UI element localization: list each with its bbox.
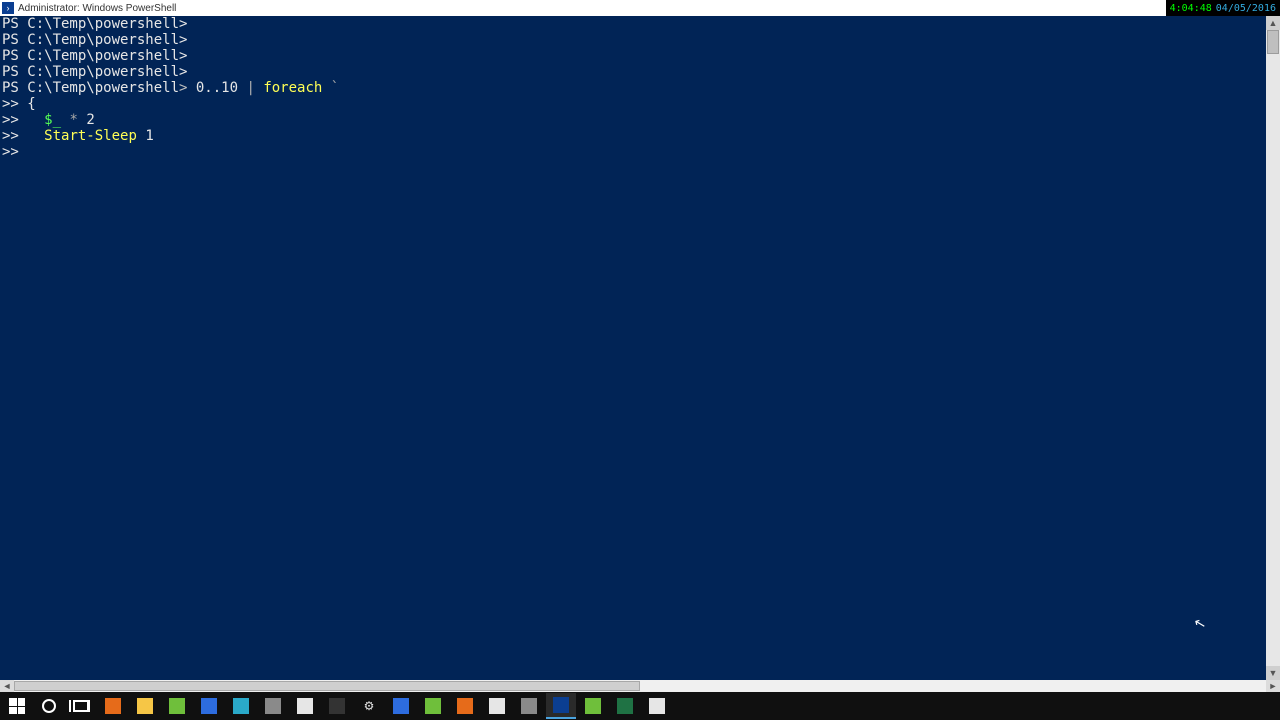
prompt: PS C:\Temp\powershell bbox=[2, 80, 179, 96]
continuation-prompt: >> bbox=[2, 144, 27, 160]
app-cube-icon bbox=[265, 698, 281, 714]
taskbar-file-explorer[interactable] bbox=[130, 693, 160, 719]
console-line: >> { bbox=[2, 96, 1278, 112]
clock-time: 4:04:48 bbox=[1170, 3, 1212, 14]
console-line: >> Start-Sleep 1 bbox=[2, 128, 1278, 144]
prompt: PS C:\Temp\powershell> bbox=[2, 16, 187, 32]
prompt: PS C:\Temp\powershell> bbox=[2, 32, 187, 48]
mobaxterm-icon bbox=[425, 698, 441, 714]
vscroll-thumb[interactable] bbox=[1267, 30, 1279, 54]
taskbar-app-installer[interactable] bbox=[290, 693, 320, 719]
hscroll-thumb[interactable] bbox=[14, 681, 640, 691]
console-line: PS C:\Temp\powershell> bbox=[2, 16, 1278, 32]
number-literal: 1 bbox=[145, 128, 153, 144]
prompt-caret: > bbox=[179, 80, 196, 96]
vertical-scrollbar[interactable]: ▲ ▼ bbox=[1266, 16, 1280, 680]
titlebar[interactable]: Administrator: Windows PowerShell 4:04:4… bbox=[0, 0, 1280, 16]
multiply-operator: * bbox=[69, 112, 86, 128]
start-icon bbox=[9, 698, 25, 714]
taskbar-cmd-prompt[interactable] bbox=[322, 693, 352, 719]
excel-icon bbox=[617, 698, 633, 714]
taskbar-powershell[interactable] bbox=[546, 693, 576, 719]
skype-icon bbox=[233, 698, 249, 714]
powershell-icon bbox=[2, 2, 14, 14]
console-line: PS C:\Temp\powershell> 0..10 | foreach ` bbox=[2, 80, 1278, 96]
open-brace: { bbox=[27, 96, 35, 112]
console-line: PS C:\Temp\powershell> bbox=[2, 64, 1278, 80]
taskbar-task-view[interactable] bbox=[66, 693, 96, 719]
foreach-keyword: foreach bbox=[263, 80, 330, 96]
taskbar-app-pen[interactable] bbox=[514, 693, 544, 719]
vscroll-track[interactable] bbox=[1266, 30, 1280, 666]
taskbar-app-diff[interactable] bbox=[578, 693, 608, 719]
hscroll-track[interactable] bbox=[14, 680, 1266, 692]
line-continuation-backtick: ` bbox=[331, 80, 339, 96]
taskbar-mail[interactable] bbox=[386, 693, 416, 719]
taskbar-app-orange[interactable] bbox=[450, 693, 480, 719]
taskbar-app-cube[interactable] bbox=[258, 693, 288, 719]
taskbar-mobaxterm[interactable] bbox=[418, 693, 448, 719]
taskbar[interactable]: ⚙ bbox=[0, 692, 1280, 720]
clock-overlay: 4:04:48 04/05/2016 bbox=[1166, 0, 1280, 16]
prompt: PS C:\Temp\powershell> bbox=[2, 48, 187, 64]
horizontal-scrollbar[interactable]: ◄ ► bbox=[0, 680, 1280, 692]
taskbar-firefox[interactable] bbox=[98, 693, 128, 719]
paint-icon bbox=[489, 698, 505, 714]
taskbar-app-editor[interactable] bbox=[642, 693, 672, 719]
firefox-icon bbox=[105, 698, 121, 714]
cortana-search-icon bbox=[42, 699, 56, 713]
window: Administrator: Windows PowerShell 4:04:4… bbox=[0, 0, 1280, 720]
pipeline-variable: $_ bbox=[44, 112, 69, 128]
pipe-operator: | bbox=[246, 80, 263, 96]
taskbar-skype[interactable] bbox=[226, 693, 256, 719]
taskbar-notepad-plus[interactable] bbox=[162, 693, 192, 719]
range-literal: 0..10 bbox=[196, 80, 247, 96]
scroll-left-arrow-icon[interactable]: ◄ bbox=[0, 680, 14, 692]
console-line: PS C:\Temp\powershell> bbox=[2, 32, 1278, 48]
task-view-icon bbox=[73, 700, 89, 712]
file-explorer-icon bbox=[137, 698, 153, 714]
app-pen-icon bbox=[521, 698, 537, 714]
app-diff-icon bbox=[585, 698, 601, 714]
continuation-prompt: >> bbox=[2, 112, 44, 128]
console-wrap: PS C:\Temp\powershell>PS C:\Temp\powersh… bbox=[0, 16, 1280, 692]
console-line: >> $_ * 2 bbox=[2, 112, 1278, 128]
start-sleep-cmdlet: Start-Sleep bbox=[44, 128, 145, 144]
clock-date: 04/05/2016 bbox=[1216, 3, 1276, 14]
mail-icon bbox=[393, 698, 409, 714]
scroll-right-arrow-icon[interactable]: ► bbox=[1266, 680, 1280, 692]
continuation-prompt: >> bbox=[2, 96, 27, 112]
continuation-prompt: >> bbox=[2, 128, 44, 144]
powershell-icon bbox=[553, 697, 569, 713]
app-installer-icon bbox=[297, 698, 313, 714]
scroll-up-arrow-icon[interactable]: ▲ bbox=[1266, 16, 1280, 30]
taskbar-settings[interactable]: ⚙ bbox=[354, 693, 384, 719]
settings-icon: ⚙ bbox=[360, 697, 378, 715]
console-line: PS C:\Temp\powershell> bbox=[2, 48, 1278, 64]
taskbar-start[interactable] bbox=[2, 693, 32, 719]
cmd-prompt-icon bbox=[329, 698, 345, 714]
app-editor-icon bbox=[649, 698, 665, 714]
app-orange-icon bbox=[457, 698, 473, 714]
scroll-down-arrow-icon[interactable]: ▼ bbox=[1266, 666, 1280, 680]
console[interactable]: PS C:\Temp\powershell>PS C:\Temp\powersh… bbox=[0, 16, 1280, 680]
outlook-icon bbox=[201, 698, 217, 714]
number-literal: 2 bbox=[86, 112, 94, 128]
console-line: >> bbox=[2, 144, 1278, 160]
notepad-plus-icon bbox=[169, 698, 185, 714]
taskbar-cortana-search[interactable] bbox=[34, 693, 64, 719]
prompt: PS C:\Temp\powershell> bbox=[2, 64, 187, 80]
taskbar-paint[interactable] bbox=[482, 693, 512, 719]
taskbar-excel[interactable] bbox=[610, 693, 640, 719]
window-title: Administrator: Windows PowerShell bbox=[18, 3, 176, 14]
taskbar-outlook[interactable] bbox=[194, 693, 224, 719]
